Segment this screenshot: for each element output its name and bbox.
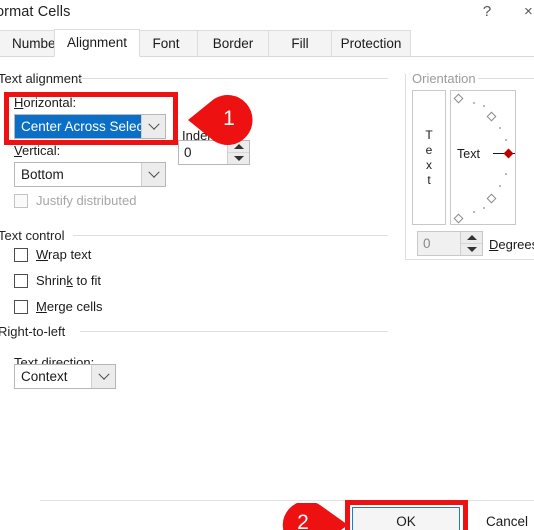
merge-cells-checkbox[interactable]: Merge cells — [14, 299, 102, 314]
cancel-button[interactable]: Cancel — [472, 507, 534, 530]
dial-tick — [499, 185, 501, 187]
degrees-stepper[interactable]: 0 — [417, 231, 483, 256]
vertical-text-char-e: e — [425, 142, 433, 157]
orientation-group-label: Orientation — [412, 71, 482, 86]
callout-2: 2 — [272, 501, 348, 530]
degrees-spin-down[interactable] — [461, 243, 482, 255]
dial-tick — [505, 139, 507, 141]
tab-font[interactable]: Font — [134, 30, 198, 57]
vertical-label-rest: ertical: — [21, 143, 61, 158]
dial-text-label: Text — [457, 147, 480, 161]
wrap-text-checkbox[interactable]: Wrap text — [14, 247, 91, 262]
orientation-divider-top — [478, 78, 534, 79]
question-mark-icon[interactable]: ? — [478, 2, 496, 22]
page-title: ormat Cells — [0, 4, 71, 20]
dial-tick — [483, 207, 485, 209]
highlight-box-horizontal-dropdown — [4, 92, 178, 145]
degrees-label-rest: egrees — [498, 237, 534, 252]
dial-tick — [473, 102, 475, 104]
orientation-dial[interactable]: Text — [450, 90, 516, 225]
vertical-text-char-t2: t — [427, 172, 431, 187]
orientation-divider-left — [405, 74, 406, 260]
right-to-left-group-label: Right-to-left — [0, 324, 72, 339]
merge-cells-label: Merge cells — [36, 299, 103, 314]
dial-tick — [473, 211, 475, 213]
vertical-label: Vertical: — [14, 143, 60, 158]
orientation-vertical-text-box[interactable]: T e x t — [412, 90, 446, 225]
dial-tick — [483, 105, 485, 107]
degrees-label: Degrees — [489, 237, 534, 252]
tab-fill[interactable]: Fill — [268, 30, 332, 57]
chevron-down-icon[interactable] — [91, 365, 115, 388]
tab-strip: Number Alignment Font Border Fill Protec… — [0, 29, 534, 57]
text-alignment-group-label: Text alignment — [0, 71, 88, 86]
checkbox-box[interactable] — [14, 299, 28, 314]
justify-distributed-label: Justify distributed — [36, 193, 137, 208]
title-bar: ormat Cells ? × — [0, 0, 534, 28]
format-cells-dialog: ormat Cells ? × Number Alignment Font Bo… — [0, 0, 534, 530]
dial-handle-90[interactable] — [453, 93, 464, 104]
degrees-spin-buttons[interactable] — [460, 232, 482, 255]
shrink-to-fit-checkbox[interactable]: Shrink to fit — [14, 273, 101, 288]
dial-handle-45[interactable] — [486, 111, 497, 122]
shrink-to-fit-label: Shrink to fit — [36, 273, 102, 288]
justify-distributed-checkbox: Justify distributed — [14, 193, 136, 208]
dial-tick — [505, 173, 507, 175]
highlight-box-ok-button — [345, 500, 468, 530]
callout-2-number: 2 — [297, 511, 309, 530]
tab-border[interactable]: Border — [197, 30, 269, 57]
text-control-divider — [73, 235, 388, 236]
checkbox-box — [14, 193, 28, 208]
dial-handle-neg45[interactable] — [486, 193, 497, 204]
vertical-dropdown-value: Bottom — [21, 167, 64, 182]
checkbox-box[interactable] — [14, 247, 28, 262]
close-icon[interactable]: × — [524, 2, 534, 22]
orientation-divider-bottom — [405, 259, 534, 260]
callout-1: 1 — [188, 93, 254, 147]
callout-1-number: 1 — [223, 107, 235, 130]
indent-spin-down[interactable] — [228, 152, 249, 164]
tab-alignment[interactable]: Alignment — [54, 29, 140, 57]
dial-handle-neg90[interactable] — [453, 213, 464, 224]
text-direction-value: Context — [21, 369, 68, 384]
right-to-left-divider — [80, 331, 388, 332]
vertical-text-char-t1: T — [425, 127, 433, 142]
text-control-group-label: Text control — [0, 228, 71, 243]
wrap-text-label: Wrap text — [36, 247, 92, 262]
degrees-value: 0 — [423, 236, 431, 251]
tab-protection[interactable]: Protection — [331, 30, 411, 57]
degrees-accel: D — [489, 237, 499, 252]
dial-handle-0[interactable] — [503, 148, 514, 159]
degrees-spin-up[interactable] — [461, 232, 482, 243]
chevron-down-icon[interactable] — [141, 163, 165, 186]
vertical-dropdown[interactable]: Bottom — [14, 162, 166, 187]
text-alignment-divider — [78, 78, 388, 79]
dial-tick — [499, 127, 501, 129]
vertical-accel: V — [14, 143, 22, 158]
text-direction-dropdown[interactable]: Context — [14, 364, 116, 389]
vertical-text-char-x: x — [426, 157, 432, 172]
checkbox-box[interactable] — [14, 273, 28, 288]
